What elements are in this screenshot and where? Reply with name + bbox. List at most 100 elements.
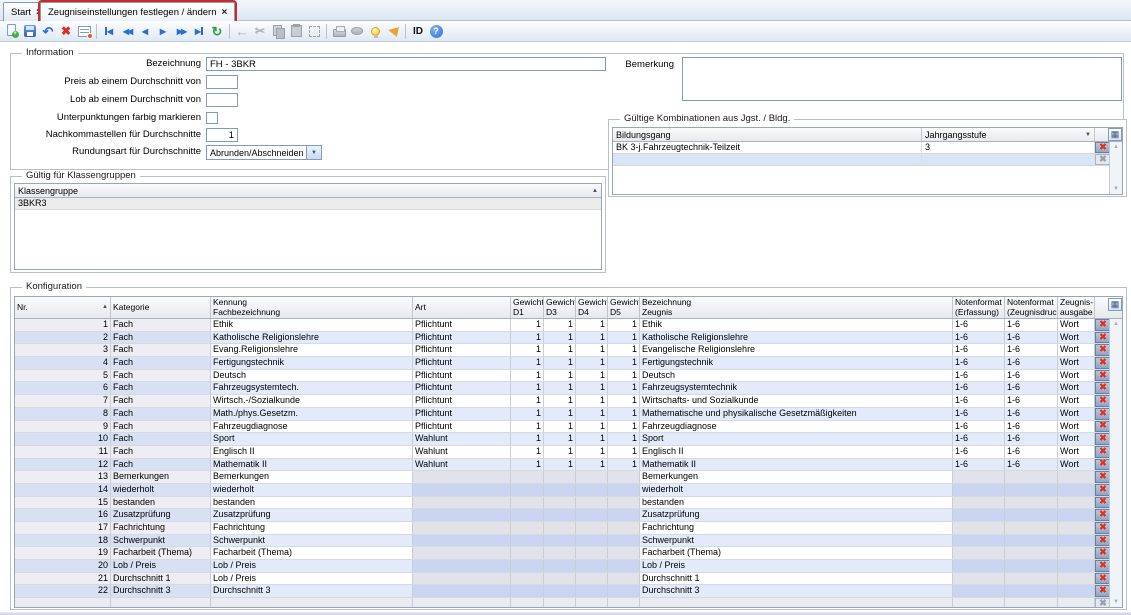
cell-gewicht-d5[interactable]: 1 bbox=[608, 331, 640, 344]
table-row[interactable]: 3 Fach Evang.Religionslehre Pflichtunt 1 1 1 1 E… bbox=[15, 344, 1122, 358]
cell-nr[interactable]: 4 bbox=[15, 357, 111, 369]
cell-nr[interactable]: 19 bbox=[15, 547, 111, 560]
cell-notenformat-zeugnisdruck[interactable]: 1-6 bbox=[1005, 369, 1058, 382]
cell-zeugnisausgabe[interactable] bbox=[1058, 471, 1095, 483]
cell-notenformat-zeugnisdruck[interactable] bbox=[1005, 522, 1058, 534]
cell-notenformat-erfassung[interactable]: 1-6 bbox=[953, 395, 1005, 407]
cell-kategorie[interactable]: bestanden bbox=[111, 496, 211, 509]
tab-close-icon[interactable]: × bbox=[221, 7, 227, 17]
cell-kennung[interactable]: Durchschnitt 3 bbox=[211, 585, 413, 598]
cell-kategorie[interactable]: Fach bbox=[111, 433, 211, 445]
cell-gewicht-d1[interactable] bbox=[511, 509, 544, 521]
cell-gewicht-d5[interactable]: 1 bbox=[608, 319, 640, 331]
cell-kennung[interactable]: Bemerkungen bbox=[211, 471, 413, 483]
first-record-button[interactable]: ◀ bbox=[100, 22, 118, 40]
cell-nr[interactable]: 7 bbox=[15, 395, 111, 407]
preview-button[interactable] bbox=[348, 22, 366, 40]
table-row[interactable]: 12 Fach Mathematik II Wahlunt 1 1 1 1 Mathematik… bbox=[15, 458, 1122, 472]
cell-kategorie[interactable]: Schwerpunkt bbox=[111, 534, 211, 547]
cell-gewicht-d5[interactable]: 1 bbox=[608, 395, 640, 407]
cell-nr[interactable]: 6 bbox=[15, 382, 111, 395]
preis-input[interactable] bbox=[206, 75, 238, 89]
cell-gewicht-d3[interactable] bbox=[544, 572, 576, 585]
cell-gewicht-d5[interactable] bbox=[608, 547, 640, 560]
table-row[interactable]: 6 Fach Fahrzeugsystemtech. Pflichtunt 1 1 1 1 Fa… bbox=[15, 382, 1122, 396]
cell-notenformat-erfassung[interactable] bbox=[953, 572, 1005, 585]
table-row[interactable]: BK 3-j.Fahrzeugtechnik-Teilzeit 3 ✖ bbox=[613, 142, 1122, 154]
cell-bezeichnung-zeugnis[interactable]: Durchschnitt 1 bbox=[640, 572, 953, 585]
table-row[interactable]: 8 Fach Math./phys.Gesetzm. Pflichtunt 1 1 1 1 Ma… bbox=[15, 407, 1122, 421]
cell-gewicht-d3[interactable] bbox=[544, 547, 576, 560]
cell-bezeichnung-zeugnis[interactable]: Mathematik II bbox=[640, 458, 953, 471]
cell-zeugnisausgabe[interactable]: Wort bbox=[1058, 382, 1095, 395]
cut-button[interactable]: ✂ bbox=[251, 22, 269, 40]
cell-notenformat-zeugnisdruck[interactable]: 1-6 bbox=[1005, 445, 1058, 458]
cell-bezeichnung-zeugnis[interactable]: Bemerkungen bbox=[640, 471, 953, 483]
cell-gewicht-d1[interactable]: 1 bbox=[511, 458, 544, 471]
table-row[interactable]: 18 Schwerpunkt Schwerpunkt Schwerpunkt ✖ bbox=[15, 534, 1122, 548]
cell-art[interactable] bbox=[413, 483, 511, 496]
cell-gewicht-d3[interactable]: 1 bbox=[544, 433, 576, 445]
cell-gewicht-d5[interactable] bbox=[608, 471, 640, 483]
cell-notenformat-erfassung[interactable] bbox=[953, 560, 1005, 572]
cell-gewicht-d4[interactable] bbox=[576, 560, 608, 572]
cell-nr[interactable]: 18 bbox=[15, 534, 111, 547]
column-header-kategorie[interactable]: Kategorie bbox=[111, 297, 211, 318]
cell-art[interactable]: Pflichtunt bbox=[413, 369, 511, 382]
cell-bezeichnung-zeugnis[interactable]: wiederholt bbox=[640, 483, 953, 496]
cell-notenformat-zeugnisdruck[interactable]: 1-6 bbox=[1005, 407, 1058, 420]
column-dropdown-icon[interactable]: ▼ bbox=[1085, 132, 1091, 138]
table-row[interactable]: 5 Fach Deutsch Pflichtunt 1 1 1 1 Deutsch 1-6 1-6 W… bbox=[15, 369, 1122, 383]
previous-record-button[interactable]: ◀ bbox=[136, 22, 154, 40]
cell-kategorie[interactable]: Facharbeit (Thema) bbox=[111, 547, 211, 560]
cell-notenformat-erfassung[interactable]: 1-6 bbox=[953, 445, 1005, 458]
cell-bezeichnung-zeugnis[interactable]: Deutsch bbox=[640, 369, 953, 382]
cell-bezeichnung-zeugnis[interactable]: Schwerpunkt bbox=[640, 534, 953, 547]
cell-gewicht-d1[interactable] bbox=[511, 560, 544, 572]
back-button[interactable]: ← bbox=[233, 22, 251, 40]
cell-gewicht-d4[interactable]: 1 bbox=[576, 395, 608, 407]
cell-art[interactable]: Wahlunt bbox=[413, 445, 511, 458]
cell-gewicht-d4[interactable] bbox=[576, 585, 608, 598]
cell-kennung[interactable]: Wirtsch.-/Sozialkunde bbox=[211, 395, 413, 407]
cell-gewicht-d3[interactable] bbox=[544, 471, 576, 483]
delete-record-button[interactable]: ✖ bbox=[57, 22, 75, 40]
cell-gewicht-d4[interactable]: 1 bbox=[576, 458, 608, 471]
cell-gewicht-d4[interactable]: 1 bbox=[576, 445, 608, 458]
cell-kategorie[interactable]: Fach bbox=[111, 344, 211, 357]
cell-bildungsgang[interactable]: BK 3-j.Fahrzeugtechnik-Teilzeit bbox=[613, 142, 922, 153]
cell-gewicht-d4[interactable]: 1 bbox=[576, 344, 608, 357]
cell-notenformat-zeugnisdruck[interactable] bbox=[1005, 483, 1058, 496]
cell-kategorie[interactable]: Fach bbox=[111, 357, 211, 369]
cell-gewicht-d5[interactable]: 1 bbox=[608, 382, 640, 395]
cell-art[interactable] bbox=[413, 572, 511, 585]
cell-bezeichnung-zeugnis[interactable]: Fachrichtung bbox=[640, 522, 953, 534]
cell-gewicht-d1[interactable]: 1 bbox=[511, 420, 544, 433]
column-header-notenformat-zeugnisdruck[interactable]: Notenformat (Zeugnisdruck) bbox=[1005, 297, 1058, 318]
cell-gewicht-d1[interactable] bbox=[511, 471, 544, 483]
column-header-klassengruppe[interactable]: Klassengruppe ▲ bbox=[15, 184, 601, 197]
cell-art[interactable] bbox=[413, 534, 511, 547]
cell-gewicht-d1[interactable]: 1 bbox=[511, 407, 544, 420]
cell-art[interactable] bbox=[413, 585, 511, 598]
cell-gewicht-d5[interactable]: 1 bbox=[608, 407, 640, 420]
cell-bezeichnung-zeugnis[interactable]: Fahrzeugdiagnose bbox=[640, 420, 953, 433]
cell-kennung[interactable]: Lob / Preis bbox=[211, 560, 413, 572]
cell-zeugnisausgabe[interactable]: Wort bbox=[1058, 445, 1095, 458]
cell-gewicht-d3[interactable] bbox=[544, 522, 576, 534]
cell-zeugnisausgabe[interactable]: Wort bbox=[1058, 319, 1095, 331]
cell-gewicht-d4[interactable]: 1 bbox=[576, 433, 608, 445]
table-row[interactable]: 16 Zusatzprüfung Zusatzprüfung Zusatzprüfun… bbox=[15, 509, 1122, 522]
cell-gewicht-d3[interactable]: 1 bbox=[544, 458, 576, 471]
cell-gewicht-d4[interactable] bbox=[576, 534, 608, 547]
cell-notenformat-erfassung[interactable]: 1-6 bbox=[953, 331, 1005, 344]
cell-kennung[interactable]: Ethik bbox=[211, 319, 413, 331]
cell-art[interactable]: Pflichtunt bbox=[413, 420, 511, 433]
cell-gewicht-d3[interactable]: 1 bbox=[544, 395, 576, 407]
cell-bezeichnung-zeugnis[interactable]: Durchschnitt 3 bbox=[640, 585, 953, 598]
cell-nr[interactable]: 22 bbox=[15, 585, 111, 598]
cell-gewicht-d3[interactable]: 1 bbox=[544, 382, 576, 395]
cell-gewicht-d1[interactable]: 1 bbox=[511, 395, 544, 407]
cell-notenformat-zeugnisdruck[interactable] bbox=[1005, 547, 1058, 560]
cell-bezeichnung-zeugnis[interactable]: Mathematische und physikalische Gesetzmä… bbox=[640, 407, 953, 420]
